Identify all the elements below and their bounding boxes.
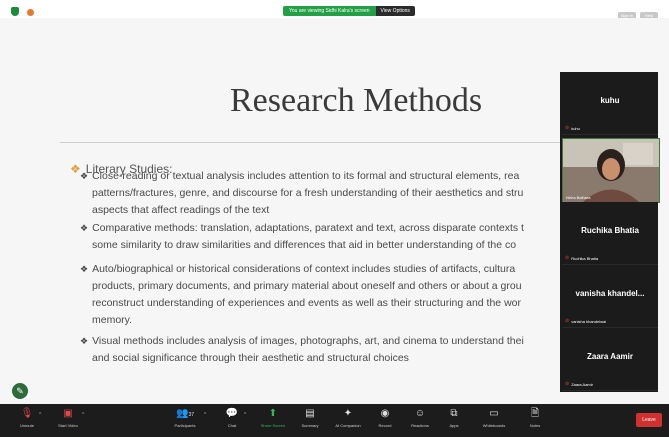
apps-button[interactable]: ⧉ Apps xyxy=(444,407,464,428)
participant-tile-vanisha[interactable]: vanisha khandel... ⊘ vanisha khandelwal xyxy=(562,265,658,328)
participant-video-tile[interactable]: Neha Balhara xyxy=(562,138,660,203)
shield-icon[interactable] xyxy=(11,7,19,16)
whiteboards-button[interactable]: ▭ Whiteboards xyxy=(476,407,512,428)
ai-companion-button[interactable]: ✦ AI Companion xyxy=(328,407,368,428)
bullet-diamond-icon: ❖ xyxy=(80,264,89,274)
sparkle-icon: ✦ xyxy=(343,408,353,419)
video-off-icon: ▣ xyxy=(63,408,73,419)
participant-label: ⊘ Ruchika Bhatia xyxy=(565,255,599,261)
recording-icon xyxy=(27,9,34,16)
reactions-icon: ☺ xyxy=(414,408,426,419)
participant-video xyxy=(563,139,659,202)
chat-icon: 💬 xyxy=(225,408,239,419)
participant-label: ⊘ vanisha khandelwal xyxy=(565,318,607,324)
participant-label: Neha Balhara xyxy=(566,195,591,200)
record-button[interactable]: ◉ Record xyxy=(374,407,396,428)
apps-icon: ⧉ xyxy=(450,408,458,419)
summary-icon: ▤ xyxy=(305,408,315,419)
slide-title: Research Methods xyxy=(230,82,483,119)
chevron-up-icon[interactable]: ^ xyxy=(244,412,246,418)
bullet-diamond-icon: ❖ xyxy=(80,336,89,346)
participant-name: Ruchika Bhatia xyxy=(581,226,639,235)
participant-label: ⊘ Zaara Aamir xyxy=(565,381,593,387)
mic-muted-icon: ⊘ xyxy=(565,125,570,131)
participants-icon: 👥37 xyxy=(175,408,194,419)
sharing-text: You are viewing Sidhi Kalra's screen xyxy=(283,6,376,16)
share-screen-icon: ⬆ xyxy=(268,408,278,419)
sharing-banner: You are viewing Sidhi Kalra's screen Vie… xyxy=(283,6,415,16)
mic-muted-icon: 🎙 xyxy=(20,408,34,419)
participant-name: kuhu xyxy=(600,96,620,105)
share-screen-button[interactable]: ⬆ Share Screen xyxy=(256,407,290,428)
chevron-up-icon[interactable]: ^ xyxy=(204,412,206,418)
participant-tile-zaara[interactable]: Zaara Aamir ⊘ Zaara Aamir xyxy=(562,328,658,391)
meeting-toolbar: 🎙 Unmute ^ ▣ Start Video ^ 👥37 Participa… xyxy=(0,404,669,437)
bullet-diamond-icon: ❖ xyxy=(80,223,89,233)
bullet-item: ❖ Visual methods includes analysis of ima… xyxy=(80,335,524,364)
reactions-button[interactable]: ☺ Reactions xyxy=(406,407,434,428)
notes-icon: 🗎 xyxy=(530,408,540,419)
participant-name: Zaara Aamir xyxy=(587,352,633,361)
participants-video-panel: kuhu ⊘ kuhu Neha Balhara Ruchika Bhatia ⊘… xyxy=(560,72,660,392)
mic-muted-icon: ⊘ xyxy=(565,318,570,324)
mic-muted-icon: ⊘ xyxy=(565,381,570,387)
bullet-item: ❖ Auto/biographical or historical conside… xyxy=(80,263,522,326)
participant-tile-kuhu[interactable]: kuhu ⊘ kuhu xyxy=(562,72,658,135)
unmute-button[interactable]: 🎙 Unmute xyxy=(16,407,38,428)
chat-button[interactable]: 💬 Chat xyxy=(222,407,242,428)
notes-button[interactable]: 🗎 Notes xyxy=(524,407,546,428)
start-video-button[interactable]: ▣ Start Video xyxy=(54,407,82,428)
bullet-diamond-icon: ❖ xyxy=(80,171,89,181)
chevron-up-icon[interactable]: ^ xyxy=(82,412,84,418)
bullet-item: ❖ Comparative methods: translation, adapt… xyxy=(80,222,524,251)
chevron-up-icon[interactable]: ^ xyxy=(39,412,41,418)
mic-muted-icon: ⊘ xyxy=(565,255,570,261)
top-bar: You are viewing Sidhi Kalra's screen Vie… xyxy=(0,0,669,20)
leave-button[interactable]: Leave xyxy=(636,413,662,427)
bullet-item: ❖ Close-reading or textual analysis inclu… xyxy=(80,170,524,216)
title-divider xyxy=(60,142,560,143)
pen-icon[interactable]: ✎ xyxy=(12,383,28,399)
whiteboard-icon: ▭ xyxy=(489,408,499,419)
participant-label: ⊘ kuhu xyxy=(565,125,580,131)
participant-tile-ruchika[interactable]: Ruchika Bhatia ⊘ Ruchika Bhatia xyxy=(562,202,658,265)
participant-name: vanisha khandel... xyxy=(575,289,645,298)
summary-button[interactable]: ▤ Summary xyxy=(296,407,324,428)
record-icon: ◉ xyxy=(380,408,390,419)
participants-button[interactable]: 👥37 Participants xyxy=(170,407,200,428)
view-options-button[interactable]: View Options xyxy=(375,6,415,16)
